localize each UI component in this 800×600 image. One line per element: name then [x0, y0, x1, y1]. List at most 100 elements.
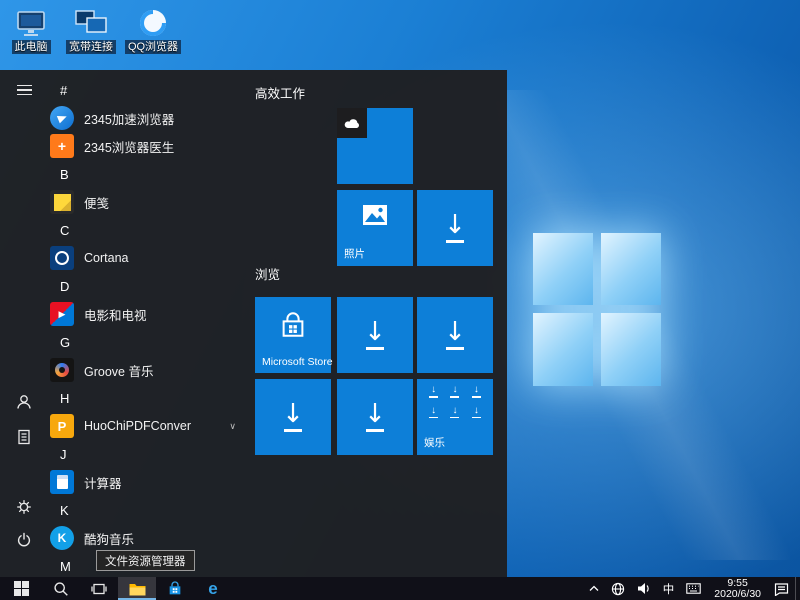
- app-icon-2345-doctor: [50, 134, 74, 158]
- folder-tile-previews: ↓ ↓ ↓ ↓ ↓ ↓: [423, 385, 487, 418]
- tile-download-pending[interactable]: ↓: [337, 379, 413, 455]
- app-label: 2345浏览器医生: [84, 137, 174, 156]
- tile-download-pending[interactable]: ↓: [417, 190, 493, 266]
- action-center-button[interactable]: [768, 577, 795, 600]
- app-list-item[interactable]: HuoChiPDFConver∨: [48, 412, 252, 440]
- app-label: 电影和电视: [84, 305, 147, 324]
- desktop-icon-broadband[interactable]: 宽带连接: [62, 6, 120, 54]
- qq-browser-icon: [124, 6, 182, 38]
- app-icon-kugou-music: [50, 526, 74, 550]
- section-letter: K: [48, 503, 69, 518]
- broadband-connection-icon: [62, 6, 120, 38]
- network-button[interactable]: [605, 577, 631, 600]
- search-button[interactable]: [42, 577, 80, 600]
- power-button[interactable]: [0, 522, 48, 558]
- expand-menu-button[interactable]: [0, 72, 48, 108]
- tile-label: 照片: [344, 246, 365, 261]
- user-account-button[interactable]: [0, 384, 48, 420]
- app-list-item[interactable]: Groove 音乐: [48, 356, 252, 384]
- speaker-icon: [637, 582, 651, 595]
- file-explorer-button[interactable]: [118, 577, 156, 600]
- settings-button[interactable]: [0, 489, 48, 525]
- tile-group-title[interactable]: 高效工作: [255, 83, 305, 102]
- app-list-section-header[interactable]: #: [48, 76, 252, 104]
- tile-download-pending[interactable]: ↓: [417, 297, 493, 373]
- download-arrow-icon: ↓: [417, 297, 493, 373]
- app-list-section-header[interactable]: G: [48, 328, 252, 356]
- app-list-section-header[interactable]: H: [48, 384, 252, 412]
- system-tray: 中 9:55 2020/6/30: [583, 577, 800, 600]
- desktop-icon-label: 宽带连接: [66, 40, 116, 54]
- app-label: Cortana: [84, 251, 128, 265]
- desktop-icon-this-pc[interactable]: 此电脑: [2, 6, 60, 54]
- app-label: 计算器: [84, 473, 122, 492]
- start-button[interactable]: [0, 577, 42, 600]
- tile-microsoft-store[interactable]: Microsoft Store: [255, 297, 331, 373]
- app-icon-sticky-notes: [50, 190, 74, 214]
- task-view-icon: [91, 581, 107, 597]
- section-letter: G: [48, 335, 70, 350]
- tile-download-pending[interactable]: ↓: [255, 379, 331, 455]
- edge-button[interactable]: [194, 577, 232, 600]
- tray-expand-button[interactable]: [583, 577, 605, 600]
- app-icon-movies-tv: [50, 302, 74, 326]
- section-letter: H: [48, 391, 69, 406]
- desktop-icon-qq-browser[interactable]: QQ浏览器: [124, 6, 182, 54]
- app-list-section-header[interactable]: B: [48, 160, 252, 188]
- section-letter: B: [48, 167, 69, 182]
- tile-download-pending[interactable]: ↓: [337, 297, 413, 373]
- app-list-section-header[interactable]: D: [48, 272, 252, 300]
- app-label: 2345加速浏览器: [84, 109, 174, 128]
- taskbar: 中 9:55 2020/6/30: [0, 577, 800, 600]
- app-list-item[interactable]: 便笺: [48, 188, 252, 216]
- globe-network-icon: [611, 582, 625, 596]
- app-label: 便笺: [84, 193, 109, 212]
- section-letter: M: [48, 559, 71, 574]
- download-arrow-icon: ↓: [255, 379, 331, 455]
- document-icon: [16, 429, 32, 445]
- desktop-icon-label: 此电脑: [12, 40, 51, 54]
- task-view-button[interactable]: [80, 577, 118, 600]
- section-letter: J: [48, 447, 67, 462]
- chevron-down-icon[interactable]: ∨: [229, 421, 236, 432]
- documents-button[interactable]: [0, 419, 48, 455]
- app-list-section-header[interactable]: J: [48, 440, 252, 468]
- clock-date: 2020/6/30: [714, 589, 761, 600]
- edge-icon: [208, 580, 217, 597]
- tile-entertainment-folder[interactable]: ↓ ↓ ↓ ↓ ↓ ↓ 娱乐: [417, 379, 493, 455]
- windows-start-icon: [14, 581, 29, 596]
- app-icon-calculator: [50, 470, 74, 494]
- chevron-up-icon: [589, 585, 599, 592]
- section-letter: #: [48, 83, 67, 98]
- volume-button[interactable]: [631, 577, 657, 600]
- app-list-section-header[interactable]: K: [48, 496, 252, 524]
- tile-group-title[interactable]: 浏览: [255, 264, 280, 283]
- power-icon: [16, 532, 32, 548]
- tile-onedrive[interactable]: [337, 108, 413, 184]
- tile-photos[interactable]: 照片: [337, 190, 413, 266]
- action-center-icon: [774, 582, 789, 596]
- app-list-item[interactable]: 电影和电视: [48, 300, 252, 328]
- store-icon: [167, 581, 183, 597]
- app-list-item[interactable]: 2345浏览器医生: [48, 132, 252, 160]
- app-list-item[interactable]: 酷狗音乐: [48, 524, 252, 552]
- store-bag-icon: [255, 311, 331, 343]
- section-letter: D: [48, 279, 69, 294]
- touch-keyboard-button[interactable]: [680, 577, 707, 600]
- app-list-section-header[interactable]: C: [48, 216, 252, 244]
- taskbar-clock[interactable]: 9:55 2020/6/30: [707, 577, 768, 600]
- show-desktop-button[interactable]: [795, 577, 800, 600]
- app-list-item[interactable]: 2345加速浏览器: [48, 104, 252, 132]
- download-arrow-icon: ↓: [417, 190, 493, 266]
- microsoft-store-button[interactable]: [156, 577, 194, 600]
- start-menu: # 2345加速浏览器 2345浏览器医生 B 便笺 C Cortana D 电…: [0, 70, 507, 577]
- app-list-item[interactable]: 计算器: [48, 468, 252, 496]
- keyboard-icon: [686, 583, 701, 594]
- app-list-item[interactable]: Cortana: [48, 244, 252, 272]
- ime-indicator[interactable]: 中: [657, 577, 681, 600]
- app-icon-2345-browser: [50, 106, 74, 130]
- cloud-icon: [337, 108, 367, 138]
- start-menu-rail: [0, 70, 48, 577]
- app-icon-cortana: [50, 246, 74, 270]
- tile-label: 娱乐: [424, 435, 445, 450]
